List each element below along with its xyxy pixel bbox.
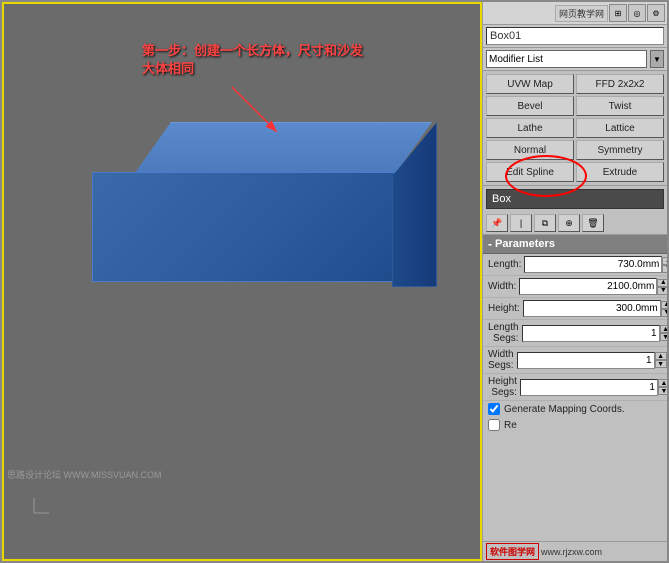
stack-btn-paste[interactable]: ⊕ <box>558 214 580 232</box>
toolbar-icon-1[interactable]: ⊞ <box>609 4 627 22</box>
spin-up-height-segs[interactable]: ▲ <box>658 379 667 387</box>
parameters-header: - Parameters <box>483 235 667 254</box>
btn-twist[interactable]: Twist <box>576 96 664 116</box>
checkbox-mapping[interactable] <box>488 403 500 415</box>
spin-down-length-segs[interactable]: ▼ <box>660 333 667 341</box>
btn-lathe[interactable]: Lathe <box>486 118 574 138</box>
bottom-footer: 软件图学网 www.rjzxw.com <box>483 541 667 561</box>
btn-normal[interactable]: Normal <box>486 140 574 160</box>
checkbox-mapping-label: Generate Mapping Coords. <box>504 404 625 415</box>
svg-text:+: + <box>32 496 36 498</box>
box-face-top <box>132 122 432 177</box>
modifier-dropdown-arrow[interactable]: ▼ <box>650 50 664 68</box>
param-input-length[interactable] <box>524 256 662 273</box>
footer-site: www.rjzxw.com <box>541 547 602 557</box>
top-toolbar: 网页教学网 ⊞ ◎ ⚙ <box>483 2 667 25</box>
footer-logo: 软件图学网 <box>486 543 539 560</box>
name-field-row <box>483 25 667 48</box>
param-row-width-segs: Width Segs: ▲ ▼ <box>483 347 667 374</box>
param-label-height-segs: Height Segs: <box>488 376 520 398</box>
annotation-text: 第一步：创建一个长方体，尺寸和沙发 大体相同 <box>142 42 363 78</box>
param-row-length-segs: Length Segs: ▲ ▼ <box>483 320 667 347</box>
param-label-width: Width: <box>488 281 519 292</box>
toolbar-icon-2[interactable]: ◎ <box>628 4 646 22</box>
param-spinner-length: ▲ ▼ <box>662 257 667 273</box>
params-collapse-btn[interactable]: - <box>488 237 492 251</box>
param-input-length-segs[interactable] <box>522 325 660 342</box>
param-input-width[interactable] <box>519 278 657 295</box>
btn-symmetry[interactable]: Symmetry <box>576 140 664 160</box>
param-spinner-height-segs: ▲ ▼ <box>658 379 667 395</box>
watermark: 思路设计论坛 WWW.MISSVUAN.COM <box>7 468 162 481</box>
viewport[interactable]: 第一步：创建一个长方体，尺寸和沙发 大体相同 思路设计论坛 WWW.MISSVU… <box>2 2 482 561</box>
main-container: 第一步：创建一个长方体，尺寸和沙发 大体相同 思路设计论坛 WWW.MISSVU… <box>0 0 669 563</box>
parameters-section: - Parameters Length: ▲ ▼ Width: ▲ ▼ <box>483 235 667 541</box>
modifier-stack-box: Box <box>486 189 664 209</box>
spin-up-width-segs[interactable]: ▲ <box>655 352 667 360</box>
param-input-height[interactable] <box>523 300 661 317</box>
right-panel: 网页教学网 ⊞ ◎ ⚙ Modifier List ▼ UVW Map FFD … <box>482 2 667 561</box>
param-input-height-segs[interactable] <box>520 379 658 396</box>
param-spinner-width-segs: ▲ ▼ <box>655 352 667 368</box>
spin-down-length[interactable]: ▼ <box>662 265 667 273</box>
stack-btn-separator[interactable]: | <box>510 214 532 232</box>
stack-btn-copy[interactable]: ⧉ <box>534 214 556 232</box>
parameters-title: Parameters <box>495 238 555 250</box>
object-name-input[interactable] <box>486 27 664 45</box>
spin-up-length-segs[interactable]: ▲ <box>660 325 667 333</box>
spin-down-height-segs[interactable]: ▼ <box>658 387 667 395</box>
param-row-height-segs: Height Segs: ▲ ▼ <box>483 374 667 401</box>
param-label-length: Length: <box>488 259 524 270</box>
btn-ffd[interactable]: FFD 2x2x2 <box>576 74 664 94</box>
btn-lattice[interactable]: Lattice <box>576 118 664 138</box>
btn-edit-spline[interactable]: Edit Spline <box>486 162 574 182</box>
param-label-height: Height: <box>488 303 523 314</box>
param-spinner-height: ▲ ▼ <box>661 301 667 317</box>
btn-uvw-map[interactable]: UVW Map <box>486 74 574 94</box>
checkbox-row-mapping: Generate Mapping Coords. <box>483 401 667 417</box>
spin-up-height[interactable]: ▲ <box>661 301 667 309</box>
param-spinner-length-segs: ▲ ▼ <box>660 325 667 341</box>
spin-down-height[interactable]: ▼ <box>661 309 667 317</box>
spin-up-length[interactable]: ▲ <box>662 257 667 265</box>
param-spinner-width: ▲ ▼ <box>657 279 667 295</box>
axis-indicator: + <box>17 496 52 531</box>
modifier-list-dropdown[interactable]: Modifier List <box>486 50 647 68</box>
param-row-length: Length: ▲ ▼ <box>483 254 667 276</box>
btn-extrude[interactable]: Extrude <box>576 162 664 182</box>
toolbar-icon-3[interactable]: ⚙ <box>647 4 665 22</box>
modifier-buttons-grid: UVW Map FFD 2x2x2 Bevel Twist Lathe Latt… <box>483 71 667 186</box>
btn-bevel[interactable]: Bevel <box>486 96 574 116</box>
3d-box <box>52 122 432 282</box>
checkbox-real-world-label: Re <box>504 420 517 431</box>
site-label: 网页教学网 <box>555 5 608 22</box>
spin-down-width-segs[interactable]: ▼ <box>655 360 667 368</box>
stack-btn-delete[interactable]: 🗑 <box>582 214 604 232</box>
stack-toolbar: 📌 | ⧉ ⊕ 🗑 <box>483 212 667 235</box>
param-input-width-segs[interactable] <box>517 352 655 369</box>
checkbox-row-real-world: Re <box>483 417 667 433</box>
stack-item-box[interactable]: Box <box>492 193 511 205</box>
spin-up-width[interactable]: ▲ <box>657 279 667 287</box>
stack-btn-pin[interactable]: 📌 <box>486 214 508 232</box>
param-label-width-segs: Width Segs: <box>488 349 517 371</box>
param-row-height: Height: ▲ ▼ <box>483 298 667 320</box>
checkbox-real-world[interactable] <box>488 419 500 431</box>
box-face-front <box>92 172 412 282</box>
param-label-length-segs: Length Segs: <box>488 322 522 344</box>
spin-down-width[interactable]: ▼ <box>657 287 667 295</box>
modifier-list-row: Modifier List ▼ <box>483 48 667 71</box>
param-row-width: Width: ▲ ▼ <box>483 276 667 298</box>
